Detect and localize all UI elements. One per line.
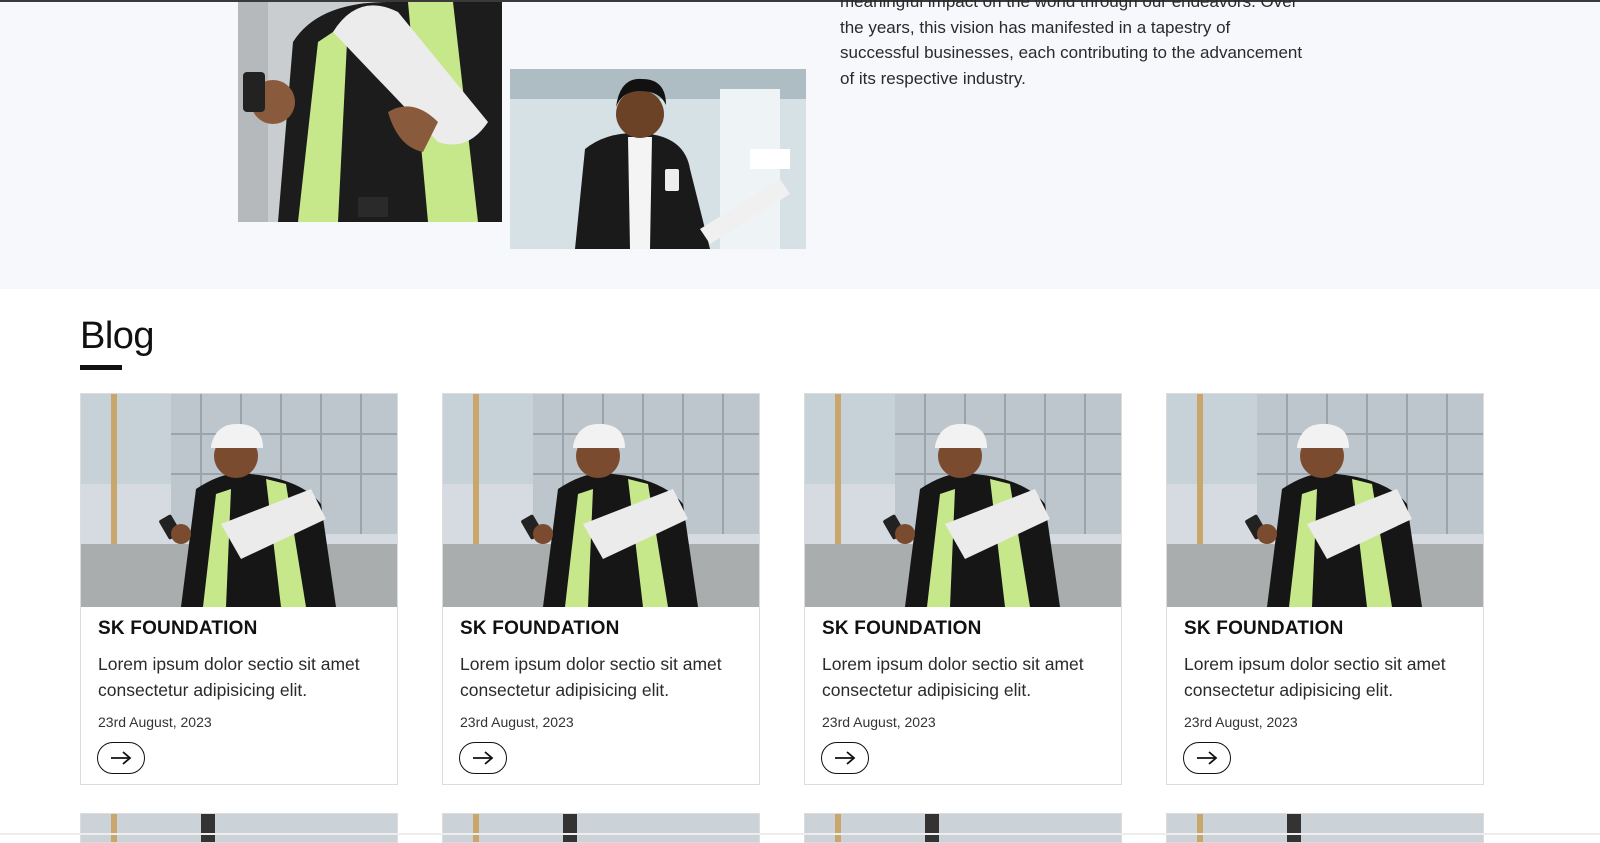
blog-card-excerpt: Lorem ipsum dolor sectio sit amet consec… [98, 654, 360, 700]
read-more-button[interactable] [821, 742, 869, 774]
arrow-right-icon [835, 751, 856, 765]
blog-card-photo [805, 394, 1121, 607]
blog-card-date: 23rd August, 2023 [460, 714, 574, 730]
blog-card-title: SK FOUNDATION [98, 618, 258, 639]
blog-card-excerpt: Lorem ipsum dolor sectio sit amet consec… [822, 654, 1084, 700]
about-paragraph: meaningful impact on the world through o… [840, 0, 1380, 91]
about-section: meaningful impact on the world through o… [0, 0, 1600, 289]
blog-card-partial [80, 813, 398, 843]
about-line: of its respective industry. [840, 68, 1026, 88]
arrow-right-icon [1197, 751, 1218, 765]
blog-card-date: 23rd August, 2023 [822, 714, 936, 730]
read-more-button[interactable] [459, 742, 507, 774]
blog-card-excerpt: Lorem ipsum dolor sectio sit amet consec… [1184, 654, 1446, 700]
blog-card: SK FOUNDATION Lorem ipsum dolor sectio s… [442, 393, 760, 785]
read-more-button[interactable] [97, 742, 145, 774]
about-line: the years, this vision has manifested in… [840, 17, 1231, 37]
blog-heading: Blog [80, 315, 155, 357]
arrow-right-icon [111, 751, 132, 765]
blog-card-title: SK FOUNDATION [460, 618, 620, 639]
about-line: successful businesses, each contributing… [840, 43, 1303, 62]
about-line: meaningful impact on the world through o… [840, 0, 1298, 11]
arrow-right-icon [473, 751, 494, 765]
blog-card: SK FOUNDATION Lorem ipsum dolor sectio s… [1166, 393, 1484, 785]
blog-card-title: SK FOUNDATION [1184, 618, 1344, 639]
about-photo-engineer [238, 2, 502, 222]
blog-card-date: 23rd August, 2023 [98, 714, 212, 730]
blog-card: SK FOUNDATION Lorem ipsum dolor sectio s… [804, 393, 1122, 785]
blog-card-partial [442, 813, 760, 843]
blog-card-photo [81, 394, 397, 607]
blog-card-partial [804, 813, 1122, 843]
about-photo-businessman [510, 69, 806, 249]
read-more-button[interactable] [1183, 742, 1231, 774]
blog-card-partial [1166, 813, 1484, 843]
blog-card-title: SK FOUNDATION [822, 618, 982, 639]
blog-heading-underline [80, 365, 122, 370]
blog-card-date: 23rd August, 2023 [1184, 714, 1298, 730]
blog-card-photo [443, 394, 759, 607]
blog-card: SK FOUNDATION Lorem ipsum dolor sectio s… [80, 393, 398, 785]
blog-card-excerpt: Lorem ipsum dolor sectio sit amet consec… [460, 654, 722, 700]
blog-card-photo [1167, 394, 1483, 607]
